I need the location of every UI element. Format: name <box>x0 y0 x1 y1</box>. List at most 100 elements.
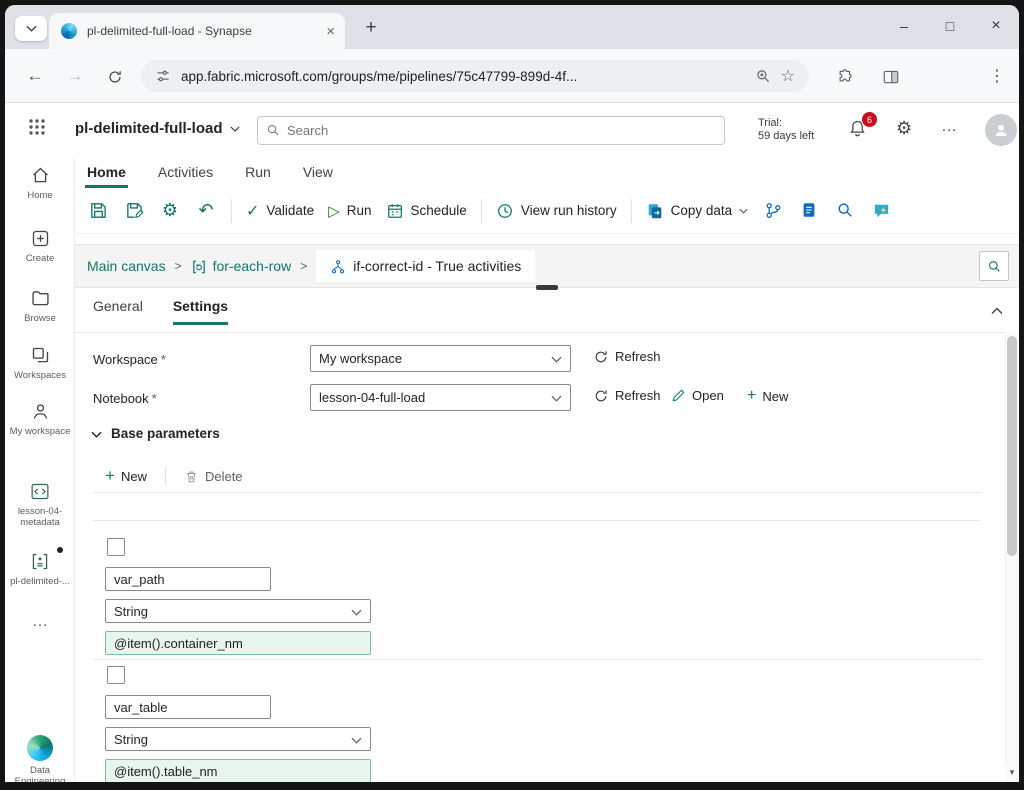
breadcrumb-for-each-row[interactable]: for-each-row <box>191 257 291 274</box>
pipeline-name-menu[interactable]: pl-delimited-full-load <box>75 120 240 137</box>
tab-activities[interactable]: Activities <box>156 158 215 188</box>
parameter-new-button[interactable]: + New <box>105 466 147 486</box>
sidebar-item-home[interactable]: Home <box>5 165 75 201</box>
window-close-button[interactable]: × <box>973 5 1019 47</box>
workspace-dropdown[interactable]: My workspace <box>310 345 571 372</box>
chevron-down-icon <box>351 732 362 747</box>
site-settings-icon[interactable] <box>155 67 171 85</box>
parameter-delete-button[interactable]: Delete <box>184 468 243 484</box>
parameter-row-checkbox[interactable] <box>107 666 125 684</box>
base-parameters-label: Base parameters <box>111 426 220 441</box>
notebook-refresh-button[interactable]: Refresh <box>593 387 661 404</box>
copy-data-button[interactable]: Copy data <box>646 202 749 220</box>
sidebar-item-data-engineering[interactable]: Data Engineering <box>5 735 75 782</box>
breadcrumb-separator: > <box>300 259 308 273</box>
account-avatar[interactable] <box>985 114 1017 146</box>
extensions-button[interactable] <box>831 62 859 90</box>
settings-button[interactable]: ⚙ <box>896 118 912 139</box>
panel-scrollbar-thumb[interactable] <box>1007 336 1017 556</box>
forward-button[interactable]: → <box>61 62 89 90</box>
window-minimize-button[interactable]: – <box>881 5 927 47</box>
parameter-value-input[interactable] <box>105 759 371 782</box>
parameter-type-value: String <box>114 603 148 619</box>
copilot-chat-button[interactable] <box>870 200 892 222</box>
tab-settings[interactable]: Settings <box>172 298 229 325</box>
pipeline-settings-button[interactable]: ⚙ <box>159 200 181 222</box>
notebook-button[interactable] <box>798 200 820 222</box>
parameter-row-checkbox[interactable] <box>107 538 125 556</box>
sidebar-item-create[interactable]: Create <box>5 228 75 264</box>
base-parameters-section-toggle[interactable]: Base parameters <box>91 426 220 441</box>
notebook-open-button[interactable]: Open <box>671 387 724 403</box>
parameter-table-divider <box>93 492 981 493</box>
sidebar-more-button[interactable]: … <box>5 613 75 631</box>
fabric-page: Home Create Browse Workspaces My workspa… <box>5 103 1019 782</box>
breadcrumb-main-canvas[interactable]: Main canvas <box>87 258 166 274</box>
parameter-value-input[interactable] <box>105 631 371 655</box>
waffle-menu-button[interactable] <box>27 117 47 137</box>
scrollbar-down-button[interactable]: ▾ <box>1005 762 1019 782</box>
toolbar-search-button[interactable] <box>834 200 856 222</box>
global-search-box[interactable] <box>257 116 725 145</box>
workspace-refresh-button[interactable]: Refresh <box>593 348 661 365</box>
undo-icon: ↶ <box>198 200 214 220</box>
schedule-button[interactable]: Schedule <box>386 202 467 220</box>
sidebar-item-pl-delimited[interactable]: pl-delimited-... <box>5 551 75 587</box>
global-search-input[interactable] <box>287 123 716 138</box>
source-control-button[interactable] <box>762 200 784 222</box>
parameter-type-dropdown[interactable]: String <box>105 727 371 751</box>
canvas-search-button[interactable] <box>979 251 1009 281</box>
sidebar-item-lesson-04-metadata[interactable]: lesson-04-metadata <box>5 481 75 528</box>
tab-close-icon[interactable]: × <box>326 24 335 39</box>
sidebar-item-label: Browse <box>24 313 56 324</box>
save-as-button[interactable] <box>123 200 145 222</box>
canvas-breadcrumb-bar: Main canvas > for-each-row > if-correct-… <box>75 244 1019 288</box>
window-maximize-button[interactable]: □ <box>927 5 973 47</box>
sidebar-item-label: My workspace <box>9 426 71 437</box>
sidebar-item-workspaces[interactable]: Workspaces <box>5 345 75 381</box>
notebook-new-button[interactable]: + New <box>747 387 788 405</box>
validate-button[interactable]: ✓ Validate <box>246 201 314 221</box>
bookmark-star-icon[interactable]: ☆ <box>781 66 795 86</box>
browser-menu-button[interactable]: ⋮ <box>983 62 1011 90</box>
chat-icon <box>872 201 891 220</box>
trial-status: Trial: 59 days left <box>758 117 814 143</box>
undo-button[interactable]: ↶ <box>195 200 217 222</box>
parameter-type-dropdown[interactable]: String <box>105 599 371 623</box>
chevron-down-icon <box>229 120 240 137</box>
toolbar-divider <box>630 198 632 223</box>
home-icon <box>30 167 51 184</box>
parameters-command-bar: + New Delete <box>105 464 243 488</box>
url-bar[interactable]: app.fabric.microsoft.com/groups/me/pipel… <box>141 60 809 92</box>
zoom-icon[interactable] <box>755 67 771 85</box>
tab-home[interactable]: Home <box>85 158 128 188</box>
back-button[interactable]: ← <box>21 62 49 90</box>
sidebar-item-my-workspace[interactable]: My workspace <box>5 401 75 437</box>
window-controls: – □ × <box>881 5 1019 47</box>
command-divider <box>164 467 166 485</box>
command-toolbar: ⚙ ↶ ✓ Validate ▷ Run Schedule View run h… <box>75 188 1019 234</box>
workspaces-icon <box>30 347 51 364</box>
reload-button[interactable] <box>101 62 129 90</box>
tab-run[interactable]: Run <box>243 158 273 188</box>
tab-search-button[interactable] <box>15 16 47 41</box>
parameter-name-input[interactable] <box>105 567 271 591</box>
panel-tab-divider <box>75 332 1019 333</box>
save-as-icon <box>125 201 144 220</box>
parameter-name-input[interactable] <box>105 695 271 719</box>
split-screen-button[interactable] <box>877 62 905 90</box>
workspace-selected-value: My workspace <box>319 351 403 366</box>
view-run-history-button[interactable]: View run history <box>496 202 617 220</box>
save-button[interactable] <box>87 200 109 222</box>
panel-resize-handle[interactable] <box>536 285 558 290</box>
panel-collapse-button[interactable] <box>991 302 1003 320</box>
sidebar-item-browse[interactable]: Browse <box>5 288 75 324</box>
notebook-dropdown[interactable]: lesson-04-full-load <box>310 384 571 411</box>
browser-tab[interactable]: pl-delimited-full-load - Synapse × <box>49 13 345 49</box>
new-tab-button[interactable]: + <box>357 15 385 41</box>
calendar-icon <box>386 202 404 220</box>
header-more-button[interactable]: … <box>941 118 958 136</box>
run-button[interactable]: ▷ Run <box>328 202 371 220</box>
tab-view[interactable]: View <box>301 158 335 188</box>
tab-general[interactable]: General <box>93 298 143 325</box>
